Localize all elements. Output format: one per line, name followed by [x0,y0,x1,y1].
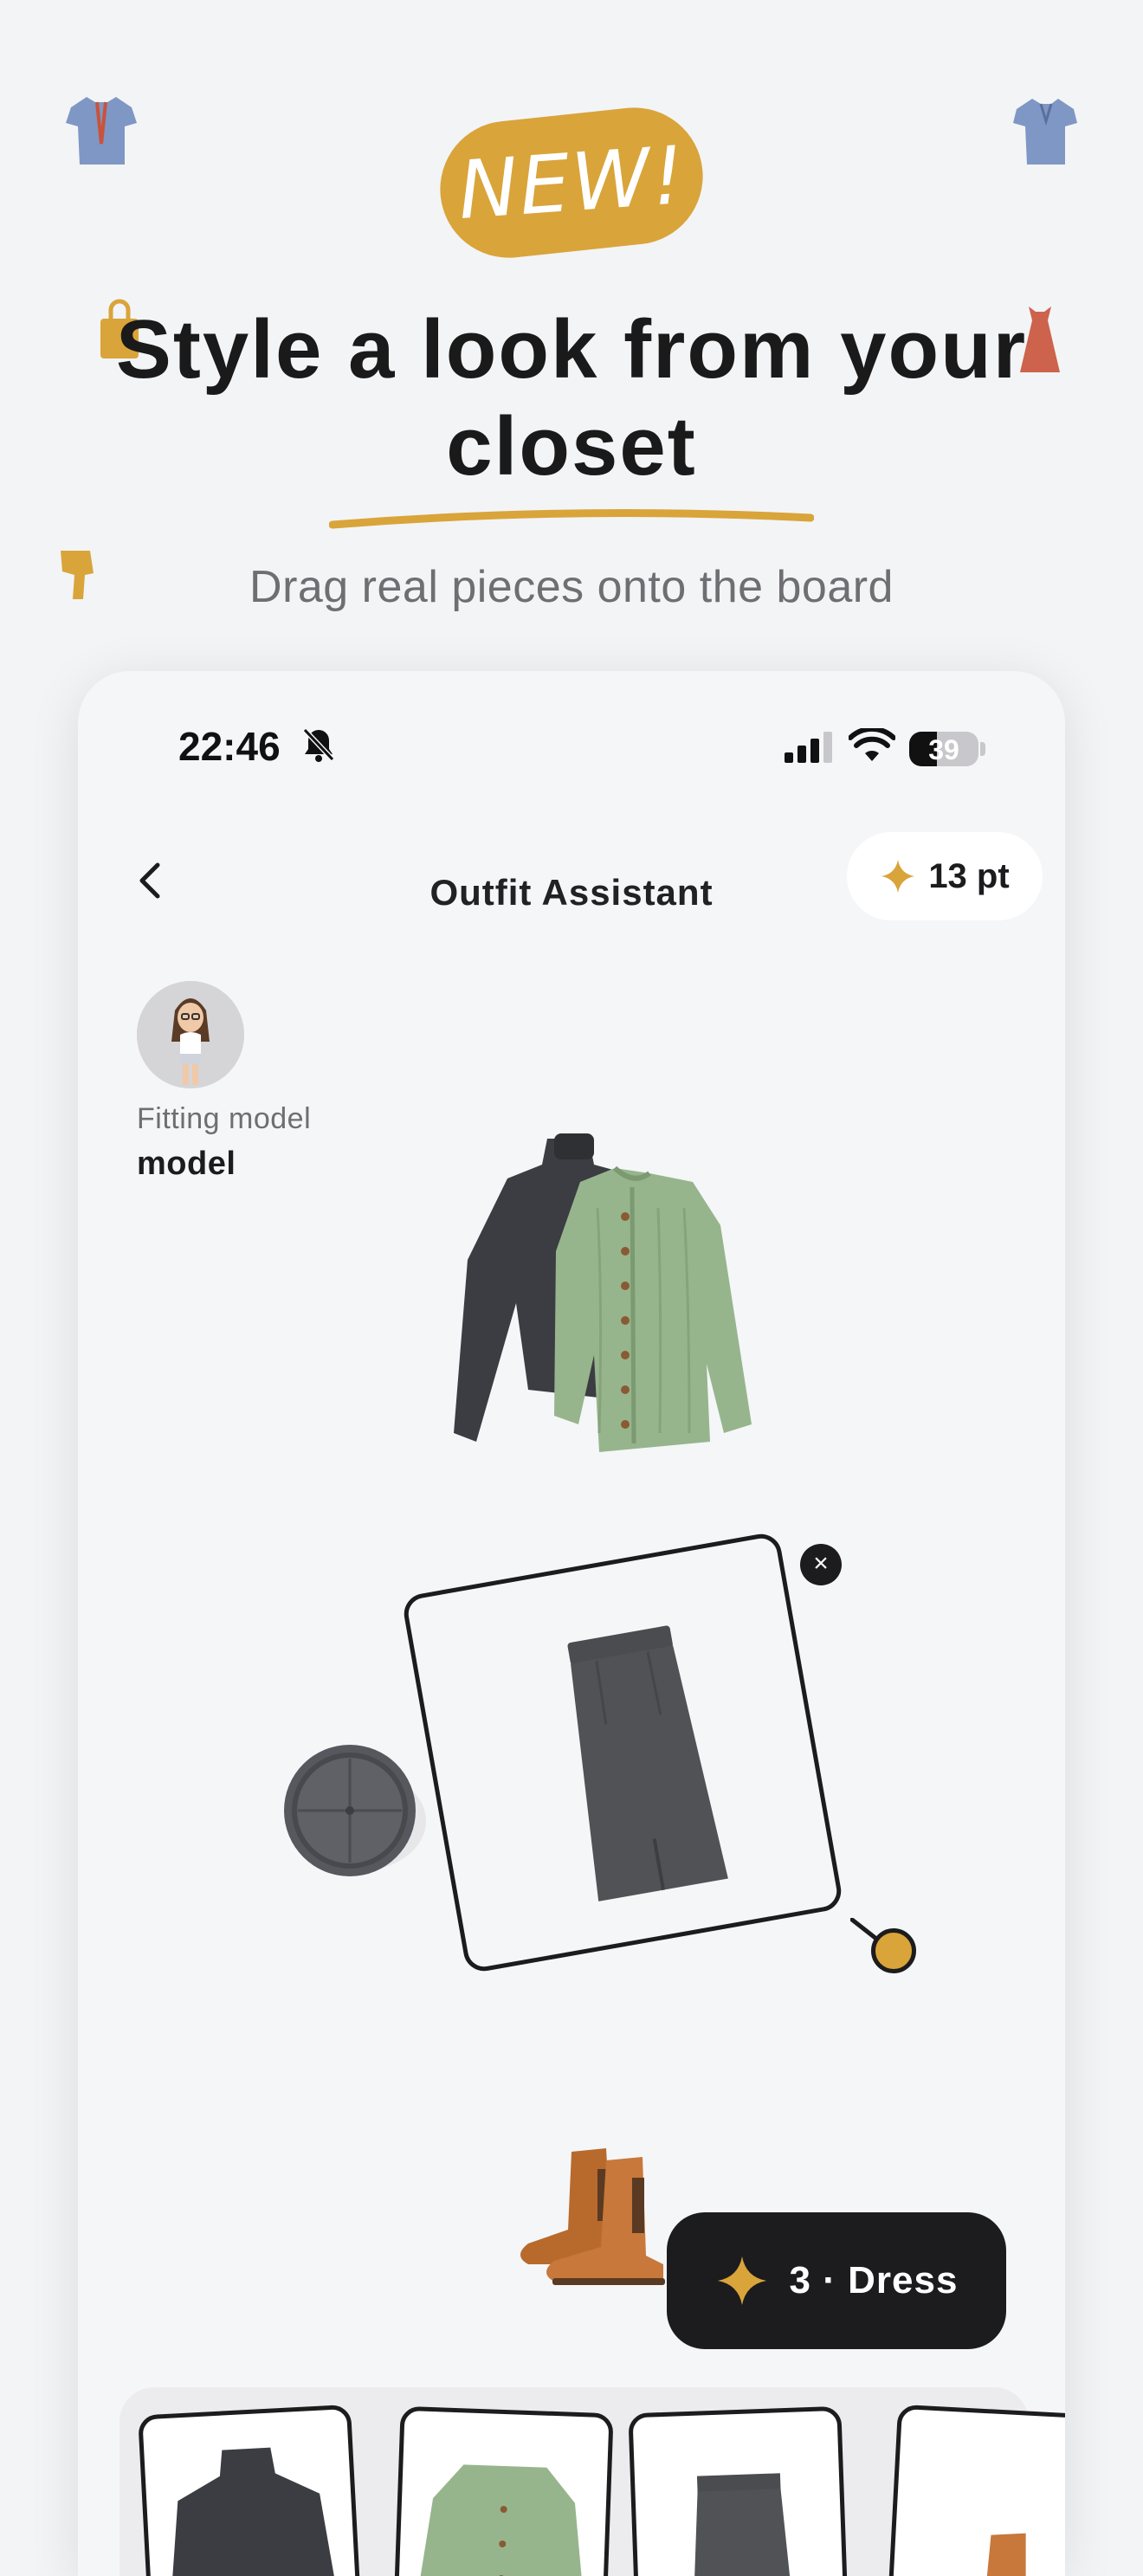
clothing-tray [119,2387,1065,2576]
turtleneck-thumb[interactable] [138,2404,363,2576]
phone-screen: 22:46 39 Outfit Assistant 13 pt Fitting … [78,671,1065,2576]
battery-tip [980,742,985,756]
boots-thumb[interactable] [886,2404,1065,2576]
model-name: model [137,1146,236,1182]
page-title: Outfit Assistant [429,872,714,913]
remove-item-button[interactable]: × [800,1544,842,1585]
dress-button-label: 3 · Dress [789,2259,959,2302]
beret-item[interactable] [282,1741,429,1884]
sparkle-icon [717,2256,766,2306]
back-button[interactable] [125,855,177,907]
wifi-icon [848,726,896,767]
boots-item[interactable] [494,2134,675,2295]
headline-line-1: Style a look from your [115,303,1028,396]
bell-slash-icon [301,726,336,767]
avatar[interactable] [137,981,244,1088]
new-badge-label: NEW! [455,128,688,237]
dress-button[interactable]: 3 · Dress [667,2212,1006,2349]
rotate-handle[interactable] [871,1928,916,1973]
cardigan-thumb[interactable] [392,2405,614,2576]
sweater-layer-item[interactable] [433,1130,779,1481]
points-chip[interactable]: 13 pt [847,832,1043,920]
shirt-icon [1011,95,1081,168]
promo-subline: Drag real pieces onto the board [249,562,894,612]
battery-level: 39 [928,734,959,765]
headline-line-2: closet [446,400,697,493]
headline-underline [328,506,815,534]
status-time: 22:46 [178,724,281,769]
close-icon: × [813,1549,829,1578]
new-badge: NEW! [433,100,710,265]
points-value: 13 pt [928,856,1010,895]
sparkle-icon [881,860,915,893]
skirt-thumb[interactable] [628,2405,849,2576]
chevron-left-icon [139,862,160,899]
signal-icon [785,732,835,767]
shirt-icon [62,92,140,170]
skirt-item[interactable] [546,1615,736,1914]
battery-icon: 39 [909,732,978,766]
model-caption: Fitting model [137,1102,312,1135]
promo-headline: Style a look from your closet [52,301,1091,495]
